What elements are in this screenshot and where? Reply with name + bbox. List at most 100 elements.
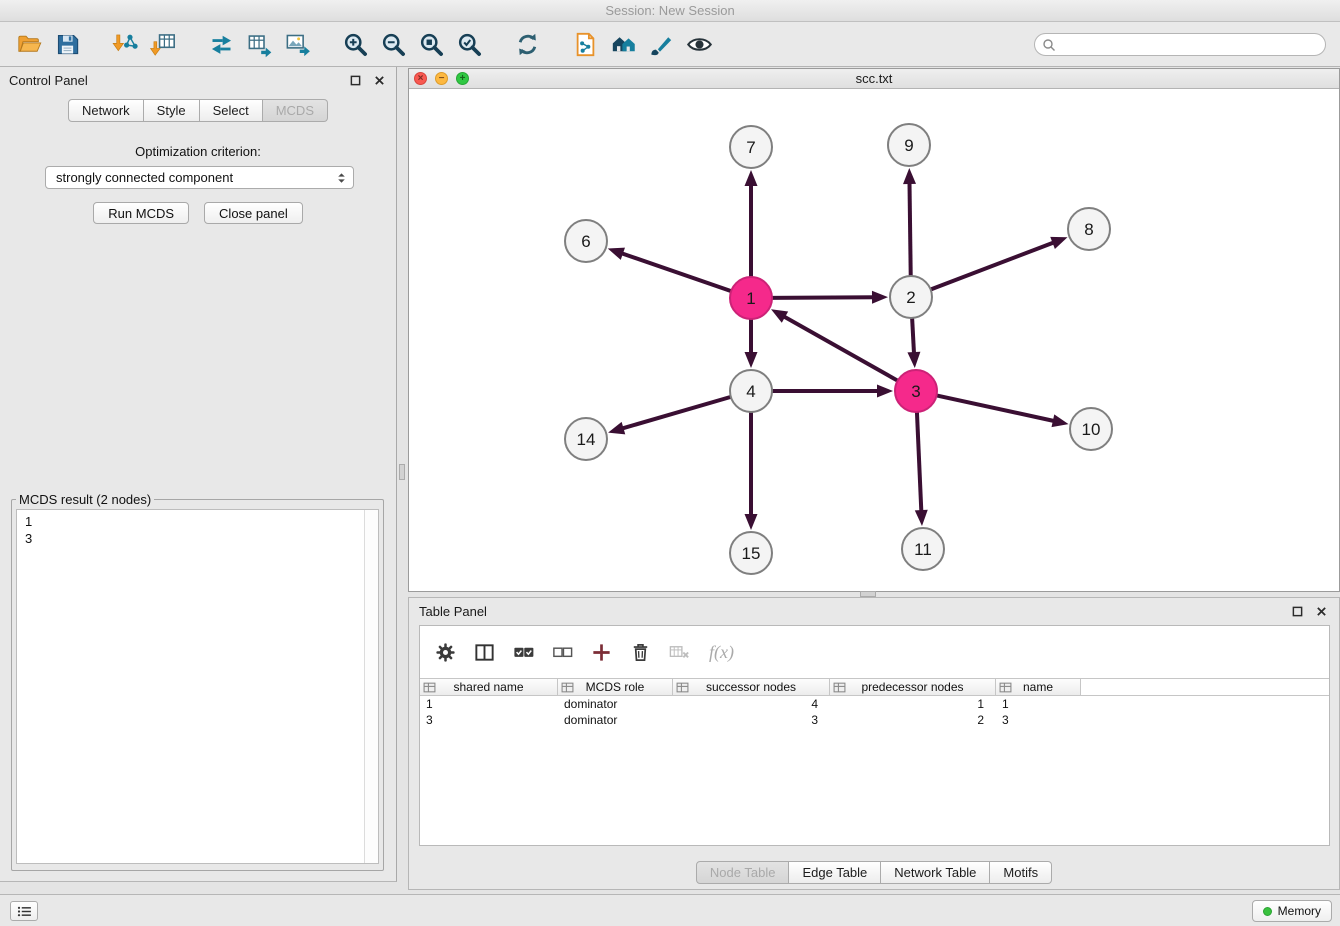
deselect-all-button[interactable] <box>549 639 576 666</box>
control-tab-network[interactable]: Network <box>68 99 144 122</box>
graph-node-11[interactable]: 11 <box>902 528 944 570</box>
graph-node-1[interactable]: 1 <box>730 277 772 319</box>
graph-node-9[interactable]: 9 <box>888 124 930 166</box>
graph-node-2[interactable]: 2 <box>890 276 932 318</box>
function-builder-button[interactable]: f(x) <box>705 642 734 663</box>
import-network-button[interactable] <box>106 26 144 62</box>
mcds-result-item[interactable]: 1 <box>17 513 378 530</box>
control-tab-style[interactable]: Style <box>144 99 200 122</box>
graph-node-label: 7 <box>746 138 755 157</box>
graph-node-6[interactable]: 6 <box>565 220 607 262</box>
zoom-fit-button[interactable] <box>412 26 450 62</box>
clone-network-button[interactable] <box>566 26 604 62</box>
graph-edge-3-10[interactable] <box>937 395 1056 421</box>
graph-edge-3-11[interactable] <box>917 412 921 513</box>
column-header-label: shared name <box>453 680 523 694</box>
show-columns-button[interactable] <box>471 639 498 666</box>
table-row[interactable]: 3dominator323 <box>420 712 1329 728</box>
network-window-titlebar: × − + scc.txt <box>409 69 1339 89</box>
save-floppy-icon <box>54 31 81 58</box>
refresh-button[interactable] <box>508 26 546 62</box>
mcds-result-list[interactable]: 13 <box>16 509 379 864</box>
run-mcds-button[interactable]: Run MCDS <box>93 202 189 224</box>
network-canvas[interactable]: 7 9 6 8 1 2 4 3 14 10 15 11 <box>409 89 1339 591</box>
maximize-window-button[interactable]: + <box>456 72 469 85</box>
column-header-name[interactable]: name <box>996 679 1081 695</box>
table-tab-motifs[interactable]: Motifs <box>990 861 1052 884</box>
graph-edge-arrowhead <box>745 170 758 186</box>
table-cell-name: 1 <box>996 697 1081 711</box>
home-button[interactable] <box>604 26 642 62</box>
graph-edge-arrowhead <box>907 352 920 368</box>
table-cell-shared-name: 3 <box>420 713 558 727</box>
table-cell-mcds-role: dominator <box>558 713 673 727</box>
graph-node-15[interactable]: 15 <box>730 532 772 574</box>
zoom-selected-button[interactable] <box>450 26 488 62</box>
mcds-result-group: MCDS result (2 nodes) 13 <box>11 492 384 871</box>
search-input[interactable] <box>1034 33 1326 56</box>
table-tab-node-table[interactable]: Node Table <box>696 861 790 884</box>
vertical-splitter-handle[interactable] <box>399 464 405 480</box>
column-header-predecessor-nodes[interactable]: predecessor nodes <box>830 679 996 695</box>
add-row-button[interactable] <box>588 639 615 666</box>
control-panel-title: Control Panel <box>9 73 88 88</box>
export-table-button[interactable] <box>240 26 278 62</box>
graph-edge-1-6[interactable] <box>620 253 731 291</box>
table-row[interactable]: 1dominator411 <box>420 696 1329 712</box>
export-network-button[interactable] <box>202 26 240 62</box>
table-tab-network-table[interactable]: Network Table <box>881 861 990 884</box>
select-stepper-icon <box>334 170 349 186</box>
search-icon <box>1042 38 1056 52</box>
close-table-panel-button[interactable] <box>1313 603 1329 619</box>
column-header-shared-name[interactable]: shared name <box>420 679 558 695</box>
graph-edge-2-9[interactable] <box>909 181 910 276</box>
close-window-button[interactable]: × <box>414 72 427 85</box>
table-tab-edge-table[interactable]: Edge Table <box>789 861 881 884</box>
select-all-button[interactable] <box>510 639 537 666</box>
graph-edge-2-8[interactable] <box>931 242 1056 290</box>
result-scrollbar[interactable] <box>364 510 378 863</box>
close-panel-button[interactable] <box>371 72 387 88</box>
graph-edge-4-14[interactable] <box>621 397 731 429</box>
memory-button[interactable]: Memory <box>1252 900 1332 922</box>
graph-node-7[interactable]: 7 <box>730 126 772 168</box>
zoom-in-button[interactable] <box>336 26 374 62</box>
zoom-selected-icon <box>456 31 483 58</box>
column-header-mcds-role[interactable]: MCDS role <box>558 679 673 695</box>
graph-node-10[interactable]: 10 <box>1070 408 1112 450</box>
graph-edge-arrowhead <box>915 510 928 526</box>
misc-tool-group <box>566 26 718 62</box>
graph-node-14[interactable]: 14 <box>565 418 607 460</box>
control-tab-mcds[interactable]: MCDS <box>263 99 328 122</box>
zoom-out-button[interactable] <box>374 26 412 62</box>
criterion-select[interactable]: strongly connected component <box>45 166 354 189</box>
graph-edge-arrowhead <box>1052 414 1069 427</box>
delete-row-button[interactable] <box>627 639 654 666</box>
apply-style-button[interactable] <box>642 26 680 62</box>
column-header-successor-nodes[interactable]: successor nodes <box>673 679 830 695</box>
table-settings-button[interactable] <box>432 639 459 666</box>
table-cell-predecessor-nodes: 1 <box>830 697 996 711</box>
delete-table-button[interactable] <box>666 639 693 666</box>
show-graphics-button[interactable] <box>680 26 718 62</box>
column-attribute-icon <box>833 681 846 694</box>
graph-edge-2-3[interactable] <box>912 318 914 355</box>
graph-node-4[interactable]: 4 <box>730 370 772 412</box>
import-table-button[interactable] <box>144 26 182 62</box>
graph-node-8[interactable]: 8 <box>1068 208 1110 250</box>
close-panel-push-button[interactable]: Close panel <box>204 202 303 224</box>
graph-edge-3-1[interactable] <box>782 316 897 381</box>
mcds-result-item[interactable]: 3 <box>17 530 378 547</box>
float-panel-button[interactable] <box>347 72 363 88</box>
save-session-button[interactable] <box>48 26 86 62</box>
float-table-panel-button[interactable] <box>1289 603 1305 619</box>
minimize-window-button[interactable]: − <box>435 72 448 85</box>
open-session-button[interactable] <box>10 26 48 62</box>
panel-menu-button[interactable] <box>10 901 38 921</box>
control-tab-select[interactable]: Select <box>200 99 263 122</box>
graph-edge-1-2[interactable] <box>772 297 875 298</box>
graph-edge-arrowhead <box>608 248 625 260</box>
criterion-selected-value: strongly connected component <box>56 170 233 185</box>
export-image-button[interactable] <box>278 26 316 62</box>
graph-node-3[interactable]: 3 <box>895 370 937 412</box>
